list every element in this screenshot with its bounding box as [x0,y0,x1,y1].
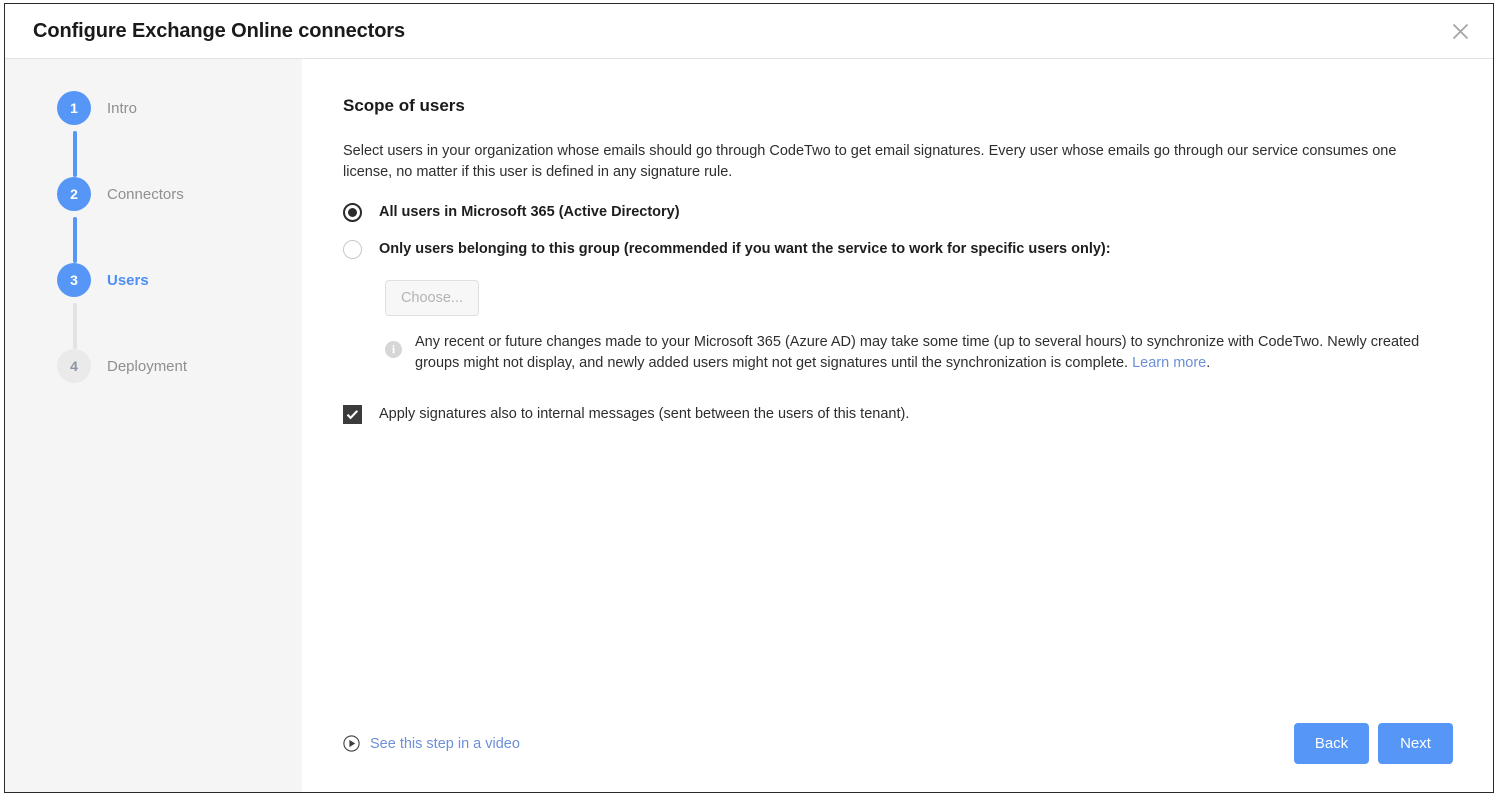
sidebar-step-deployment[interactable]: 4 Deployment [5,346,302,386]
step-number-badge: 4 [57,349,91,383]
step-number-badge: 3 [57,263,91,297]
close-icon [1452,23,1469,40]
play-circle-icon [343,735,360,752]
sidebar-step-users[interactable]: 3 Users [5,260,302,300]
sidebar-step-intro[interactable]: 1 Intro [5,88,302,128]
wizard-body: 1 Intro 2 Connectors 3 Users 4 Deploymen… [5,59,1493,792]
sidebar-step-connectors[interactable]: 2 Connectors [5,174,302,214]
radio-indicator[interactable] [343,203,362,222]
step-label: Intro [107,99,138,117]
sync-info-note: i Any recent or future changes made to y… [385,332,1453,374]
step-connector-1-2 [73,131,77,177]
wizard-main-pane: Scope of users Select users in your orga… [302,59,1493,792]
sync-info-tail: . [1206,355,1211,371]
step-number-badge: 1 [57,91,91,125]
info-icon: i [385,341,402,358]
window-title: Configure Exchange Online connectors [33,19,406,42]
next-button[interactable]: Next [1378,723,1453,764]
wizard-step-sidebar: 1 Intro 2 Connectors 3 Users 4 Deploymen… [5,59,302,792]
page-description: Select users in your organization whose … [343,143,1397,180]
back-button[interactable]: Back [1294,723,1369,764]
radio-indicator[interactable] [343,240,362,259]
radio-option-group-only[interactable]: Only users belonging to this group (reco… [343,239,1453,259]
footer-buttons: Back Next [1294,723,1453,764]
step-connector-2-3 [73,217,77,263]
wizard-dialog: Configure Exchange Online connectors 1 I… [4,3,1494,793]
see-step-video-label: See this step in a video [370,735,520,752]
step-label: Deployment [107,357,188,375]
page-title: Scope of users [343,96,465,115]
choose-group-button[interactable]: Choose... [385,280,479,316]
checkbox-indicator[interactable] [343,405,362,424]
step-label: Users [107,271,149,289]
sync-info-text: Any recent or future changes made to you… [415,332,1453,374]
step-label: Connectors [107,185,184,203]
learn-more-link[interactable]: Learn more [1132,355,1206,371]
checkbox-label: Apply signatures also to internal messag… [379,406,910,422]
radio-label: Only users belonging to this group (reco… [379,241,1111,257]
internal-messages-checkbox-row[interactable]: Apply signatures also to internal messag… [343,404,1453,424]
title-bar: Configure Exchange Online connectors [5,4,1493,59]
see-step-video-link[interactable]: See this step in a video [343,735,520,752]
step-number-badge: 2 [57,177,91,211]
radio-option-all-users[interactable]: All users in Microsoft 365 (Active Direc… [343,202,1453,222]
pane-footer: See this step in a video Back Next [343,723,1453,764]
close-button[interactable] [1437,8,1483,54]
radio-label: All users in Microsoft 365 (Active Direc… [379,204,680,220]
sync-info-body: Any recent or future changes made to you… [415,334,1420,371]
step-connector-3-4 [73,303,77,349]
